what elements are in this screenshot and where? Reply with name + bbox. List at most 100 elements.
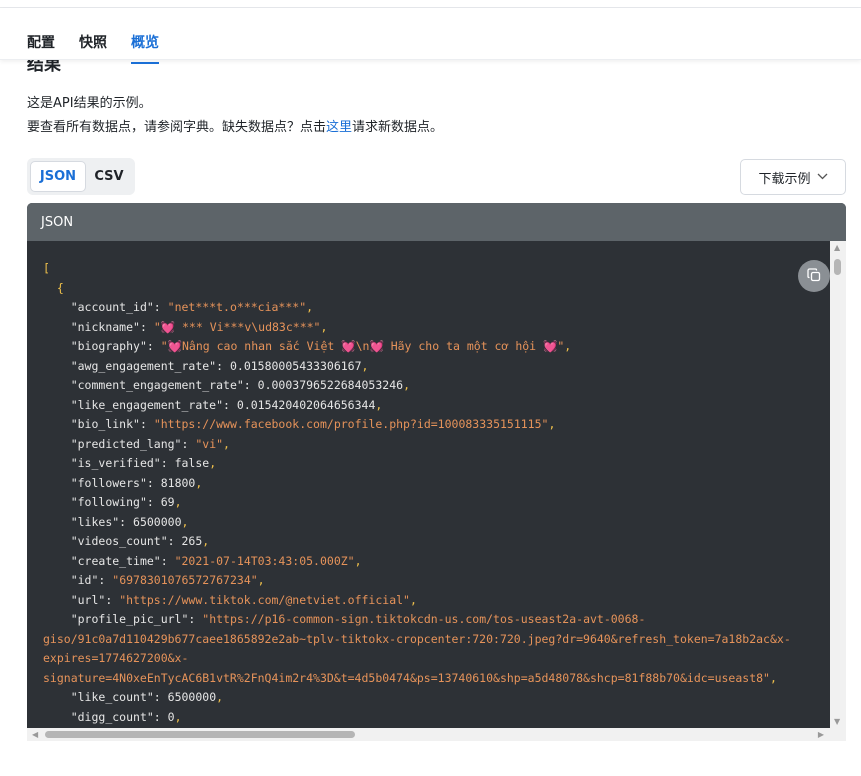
heart-emoji: 💓 (160, 319, 176, 334)
code-bracket: { (56, 280, 64, 295)
heart-emoji: 💓 (369, 339, 384, 353)
json-value: 0.015420402064656344 (236, 397, 376, 412)
copy-button[interactable] (798, 260, 830, 292)
json-value: false (174, 456, 210, 470)
json-value: 6500000 (133, 514, 182, 529)
json-comma: , (375, 397, 383, 412)
json-value: "2021-07-14T03:43:05.000Z" (174, 553, 355, 568)
code-panel: JSON [ { "account_id": "net***t.o***cia*… (27, 203, 846, 741)
json-key: "like_engagement_rate" (70, 397, 224, 412)
json-comma: , (769, 670, 777, 685)
description-text-end: 请求新数据点。 (352, 120, 444, 135)
json-key: "biography" (70, 339, 147, 353)
code-line: giso/91c0a7d110429b677caee1865892e2ab~tp… (43, 630, 830, 650)
description-text: 要查看所有数据点，请参阅字典。缺失数据点？点击 (27, 120, 327, 135)
json-key: "awg_engagement_rate" (70, 358, 217, 373)
code-line: [ (43, 259, 830, 279)
horizontal-scroll-thumb[interactable] (45, 731, 355, 738)
json-colon: : (119, 514, 134, 529)
code-line: "biography": "💓Nâng cao nhan sắc Việt 💓\… (43, 337, 830, 357)
vertical-scrollbar[interactable]: ▲ ▼ (830, 241, 846, 728)
json-colon: : (146, 339, 161, 353)
code-bracket: [ (43, 261, 50, 275)
json-key: "bio_link" (70, 417, 140, 431)
json-comma: , (181, 514, 189, 529)
code-line: "predicted_lang": "vi", (43, 435, 830, 455)
json-key: "like_count" (70, 690, 154, 704)
json-colon: : (146, 475, 161, 490)
code-line: "following": 69, (43, 493, 830, 513)
request-datapoint-link[interactable]: 这里 (326, 120, 352, 135)
json-value: 81800 (160, 475, 196, 490)
json-value: "https://p16-common-sign.tiktokcdn-us.co… (202, 612, 646, 626)
code-line: "url": "https://www.tiktok.com/@netviet.… (43, 591, 830, 611)
heart-emoji: 💓 (543, 339, 558, 353)
json-value: signature=4N0xeEnTycAC6B1vtR%2FnQ4im2r4%… (43, 670, 770, 685)
code-line: "awg_engagement_rate": 0.015800054333061… (43, 357, 830, 377)
csv-format-button[interactable]: CSV (86, 161, 132, 192)
json-value: "https://www.facebook.com/profile.php?id… (153, 417, 549, 431)
scroll-right-arrow-icon[interactable]: ▶ (818, 728, 824, 741)
json-key: "predicted_lang" (70, 436, 182, 451)
code-line: "videos_count": 265, (43, 532, 830, 552)
code-line: "likes": 6500000, (43, 513, 830, 533)
format-toggle: JSON CSV (27, 158, 135, 195)
json-key: "digg_count" (70, 709, 154, 724)
json-value: giso/91c0a7d110429b677caee1865892e2ab~tp… (43, 631, 791, 646)
json-comma: , (409, 592, 417, 607)
json-value: "6978301076572767234" (112, 573, 258, 587)
json-key: "create_time" (70, 553, 161, 568)
json-value: "vi" (195, 436, 224, 451)
json-comma: , (174, 495, 182, 509)
code-line: "account_id": "net***t.o***cia***", (43, 298, 830, 318)
top-border (0, 0, 861, 8)
scroll-down-arrow-icon[interactable]: ▼ (834, 717, 840, 726)
code-line: "digg_count": 0, (43, 708, 830, 728)
json-colon: : (160, 553, 175, 568)
json-comma: , (320, 319, 328, 334)
code-line: "create_time": "2021-07-14T03:43:05.000Z… (43, 552, 830, 572)
code-line: "is_verified": false, (43, 454, 830, 474)
json-colon: : (139, 319, 154, 334)
json-key: "id" (70, 573, 99, 587)
json-value: "net***t.o***cia***" (167, 300, 307, 314)
json-comma: , (257, 573, 265, 587)
code-line: "nickname": "💓 *** Vi***v\ud83c***", (43, 318, 830, 338)
code-line: "like_count": 6500000, (43, 688, 830, 708)
json-comma: , (564, 339, 572, 353)
code-line: "like_engagement_rate": 0.01542040206465… (43, 396, 830, 416)
json-comma: , (548, 417, 556, 431)
json-key: "videos_count" (70, 534, 168, 548)
json-colon: : (98, 573, 113, 587)
download-sample-label: 下载示例 (758, 171, 811, 187)
json-colon: : (153, 300, 168, 314)
tab-config[interactable]: 配置 (27, 32, 55, 62)
json-value: " (153, 319, 161, 334)
code-viewer[interactable]: [ { "account_id": "net***t.o***cia***", … (27, 241, 830, 728)
json-colon: : (223, 397, 237, 412)
chevron-down-icon (817, 172, 828, 183)
tab-snapshot[interactable]: 快照 (79, 32, 107, 62)
json-value: 69 (160, 495, 175, 509)
scroll-left-arrow-icon[interactable]: ◀ (32, 728, 38, 741)
json-key: "profile_pic_url" (70, 612, 189, 626)
download-sample-button[interactable]: 下载示例 (740, 159, 846, 195)
json-format-button[interactable]: JSON (30, 161, 86, 192)
json-colon: : (105, 592, 120, 607)
horizontal-scrollbar[interactable]: ◀ ▶ (27, 728, 846, 741)
json-key: "likes" (70, 514, 120, 529)
json-comma: , (403, 378, 410, 392)
tab-overview[interactable]: 概览 (131, 32, 159, 64)
code-line: "bio_link": "https://www.facebook.com/pr… (43, 415, 830, 435)
json-key: "comment_engagement_rate" (70, 378, 244, 392)
json-colon: : (153, 690, 168, 704)
json-colon: : (181, 436, 196, 451)
json-value: 0.01580005433306167 (229, 358, 362, 373)
json-colon: : (188, 612, 203, 626)
code-panel-header: JSON (27, 203, 846, 241)
vertical-scroll-thumb[interactable] (834, 259, 841, 275)
json-comma: , (354, 553, 362, 568)
json-comma: , (195, 475, 203, 490)
scroll-up-arrow-icon[interactable]: ▲ (834, 243, 840, 252)
json-comma: , (202, 534, 210, 548)
